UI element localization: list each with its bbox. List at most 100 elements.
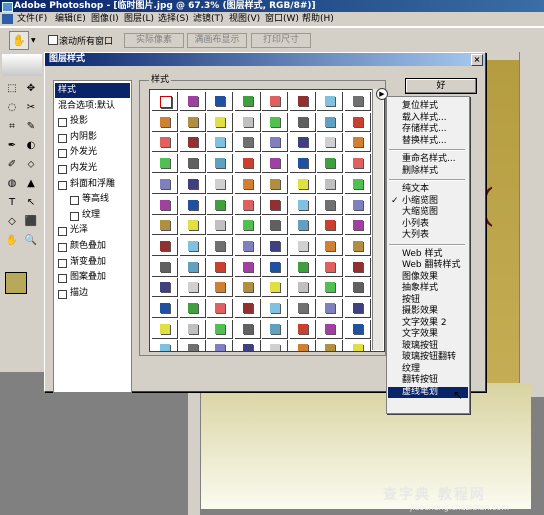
style-thumbnail[interactable] <box>290 340 316 351</box>
style-thumbnail[interactable] <box>344 216 371 236</box>
style-thumbnail[interactable] <box>289 319 316 339</box>
style-thumbnail[interactable] <box>289 92 316 111</box>
style-thumbnail[interactable] <box>262 174 288 194</box>
style-thumbnail[interactable] <box>289 278 316 298</box>
style-thumbnail[interactable] <box>152 174 178 194</box>
style-checkbox[interactable] <box>58 180 67 190</box>
style-thumbnail[interactable] <box>317 133 343 153</box>
style-thumbnail[interactable] <box>179 216 206 236</box>
style-category-item[interactable]: 颜色叠加 <box>55 239 130 254</box>
popup-menu-item[interactable]: 文字效果 2 <box>388 318 468 329</box>
popup-menu-item[interactable]: ✓ 小缩览图 <box>388 196 468 207</box>
menu-window[interactable]: 窗口(W) <box>265 13 299 25</box>
style-thumbnail[interactable] <box>234 257 261 277</box>
style-thumbnail[interactable] <box>152 340 178 351</box>
popup-menu-item[interactable]: 纯文本 <box>388 184 468 195</box>
menu-edit[interactable]: 编辑(E) <box>55 13 86 25</box>
style-thumbnail[interactable] <box>344 195 371 215</box>
popup-menu-item[interactable]: 重命名样式... <box>388 154 468 165</box>
style-thumbnail[interactable] <box>179 174 206 194</box>
crop-tool-icon[interactable]: ✂ <box>23 101 39 115</box>
style-thumbnail[interactable] <box>207 154 233 174</box>
style-thumbnail[interactable] <box>207 340 233 351</box>
popup-menu-item[interactable]: 文字效果 <box>388 329 468 340</box>
style-thumbnail[interactable] <box>344 154 371 174</box>
style-thumbnail[interactable] <box>207 319 233 339</box>
popup-menu-item[interactable]: 复位样式 <box>388 101 468 112</box>
style-thumbnail[interactable] <box>262 133 288 153</box>
popup-menu-item[interactable]: 抽象样式 <box>388 283 468 294</box>
blur-tool-icon[interactable]: ◍ <box>4 177 20 191</box>
style-category-item[interactable]: 投影 <box>55 114 130 129</box>
style-thumbnail[interactable] <box>317 112 343 132</box>
style-thumbnail[interactable] <box>317 299 343 318</box>
style-thumbnail[interactable] <box>152 236 178 256</box>
style-checkbox[interactable] <box>58 289 67 299</box>
style-thumbnail[interactable] <box>289 133 316 153</box>
menu-image[interactable]: 图像(I) <box>91 13 119 25</box>
menu-file[interactable]: 文件(F) <box>17 13 47 25</box>
style-thumbnail[interactable] <box>317 319 343 339</box>
style-thumbnail[interactable] <box>179 92 206 111</box>
style-thumbnail[interactable] <box>344 112 371 132</box>
grid-scrollbar[interactable] <box>372 89 383 350</box>
actual-pixels-button[interactable]: 实际像素 <box>124 33 184 48</box>
style-thumbnail[interactable] <box>152 92 178 111</box>
style-thumbnail[interactable] <box>289 112 316 132</box>
style-thumbnail[interactable] <box>317 154 343 174</box>
style-thumbnail[interactable] <box>152 299 178 318</box>
style-thumbnail[interactable] <box>152 278 178 298</box>
style-thumbnail[interactable] <box>234 195 261 215</box>
style-thumbnail[interactable] <box>345 340 371 351</box>
brush-tool-icon[interactable]: ✎ <box>23 120 39 134</box>
style-thumbnail[interactable] <box>262 340 288 351</box>
scroll-all-checkbox[interactable] <box>48 35 58 45</box>
popup-menu-item[interactable]: 摄影效果 <box>388 306 468 317</box>
style-thumbnail[interactable] <box>207 195 233 215</box>
shape-tool-icon[interactable]: ◇ <box>4 215 20 229</box>
close-button[interactable]: × <box>471 54 483 66</box>
style-thumbnail[interactable] <box>262 257 288 277</box>
style-thumbnail[interactable] <box>179 236 206 256</box>
style-category-item[interactable]: 图案叠加 <box>55 270 130 285</box>
style-thumbnail[interactable] <box>262 278 288 298</box>
style-thumbnail[interactable] <box>289 236 316 256</box>
style-thumbnail[interactable] <box>207 92 233 111</box>
pencil-tool-icon[interactable]: ✐ <box>4 158 20 172</box>
style-category-item[interactable]: 等高线 <box>55 192 130 207</box>
notes-tool-icon[interactable]: ⬛ <box>23 215 39 229</box>
style-checkbox[interactable] <box>70 196 79 206</box>
style-checkbox[interactable] <box>58 118 67 128</box>
style-checkbox[interactable] <box>70 211 79 221</box>
style-thumbnail[interactable] <box>262 195 288 215</box>
style-category-item[interactable]: 混合选项:默认 <box>55 99 130 114</box>
style-category-item[interactable]: 外发光 <box>55 145 130 160</box>
style-thumbnail[interactable] <box>152 216 178 236</box>
style-thumbnail[interactable] <box>289 195 316 215</box>
style-thumbnail[interactable] <box>179 154 206 174</box>
style-thumbnail[interactable] <box>234 174 261 194</box>
foreground-color-swatch[interactable] <box>5 272 27 294</box>
style-checkbox[interactable] <box>58 149 67 159</box>
popup-menu-item[interactable]: 玻璃按钮 <box>388 341 468 352</box>
style-thumbnail[interactable] <box>207 216 233 236</box>
style-checkbox[interactable] <box>58 274 67 284</box>
lasso-tool-icon[interactable]: ◌ <box>4 101 20 115</box>
style-category-item[interactable]: 光泽 <box>55 223 130 238</box>
style-thumbnail[interactable] <box>262 299 288 318</box>
style-thumbnail[interactable] <box>207 299 233 318</box>
popup-menu-item[interactable]: 存储样式... <box>388 124 468 135</box>
popup-menu-item[interactable]: 替换样式... <box>388 136 468 147</box>
style-thumbnail[interactable] <box>344 299 371 318</box>
popup-menu-item[interactable]: 纹理 <box>388 364 468 375</box>
style-thumbnail[interactable] <box>344 174 371 194</box>
hand-tool-icon[interactable]: ✋ <box>9 31 29 50</box>
style-thumbnail[interactable] <box>152 133 178 153</box>
style-thumbnail[interactable] <box>344 257 371 277</box>
print-size-button[interactable]: 打印尺寸 <box>251 33 311 48</box>
style-category-item[interactable]: 描边 <box>55 286 130 301</box>
dodge-tool-icon[interactable]: ◐ <box>23 139 39 153</box>
style-thumbnail[interactable] <box>317 195 343 215</box>
style-category-item[interactable]: 样式 <box>55 83 130 98</box>
pen-tool-icon[interactable]: ✒ <box>4 139 20 153</box>
